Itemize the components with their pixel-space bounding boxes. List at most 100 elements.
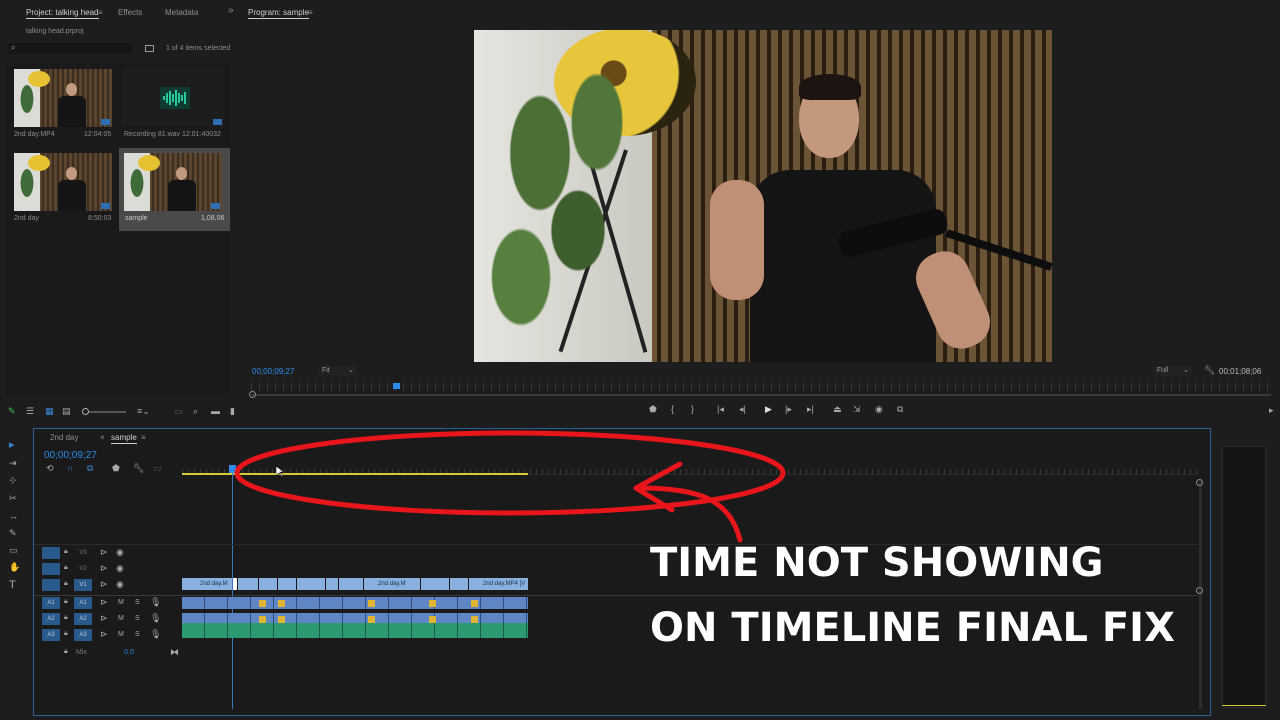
mute-button[interactable]: M bbox=[118, 599, 124, 606]
fit-dropdown[interactable]: Fit ⌄ bbox=[319, 366, 357, 376]
list-view-icon[interactable]: ☰ bbox=[26, 407, 34, 416]
tab-project[interactable]: Project: talking head bbox=[26, 8, 99, 19]
pen-tool-icon[interactable]: ✎ bbox=[9, 529, 17, 538]
track-a2-label[interactable]: A2 bbox=[74, 613, 92, 625]
video-clip[interactable]: 2nd day.M bbox=[182, 578, 232, 590]
timeline-menu-icon[interactable]: ≡ bbox=[141, 433, 146, 442]
solo-button[interactable]: S bbox=[135, 615, 140, 622]
tab-metadata[interactable]: Metadata bbox=[165, 8, 198, 17]
marker-icon[interactable]: ⬟ bbox=[649, 405, 657, 414]
quality-dropdown[interactable]: Full ⌄ bbox=[1154, 366, 1192, 376]
work-area-bar[interactable] bbox=[182, 473, 528, 475]
project-item-thumbnail[interactable] bbox=[122, 69, 224, 127]
track-v2-label[interactable]: V2 bbox=[74, 563, 92, 575]
program-playhead[interactable] bbox=[393, 383, 400, 389]
video-clip[interactable] bbox=[238, 578, 258, 590]
track-target-v1[interactable] bbox=[42, 579, 60, 591]
close-tab-icon[interactable]: × bbox=[100, 433, 105, 442]
program-menu-icon[interactable]: ≡ bbox=[308, 8, 313, 17]
lock-icon[interactable]: 🔒︎ bbox=[64, 580, 68, 587]
step-forward-icon[interactable]: |▸ bbox=[785, 405, 792, 414]
video-clip[interactable] bbox=[259, 578, 277, 590]
project-item-thumbnail[interactable] bbox=[124, 153, 222, 211]
zoom-slider-handle[interactable] bbox=[82, 408, 89, 415]
track-a3-label[interactable]: A3 bbox=[74, 629, 92, 641]
scrollbar-handle[interactable] bbox=[1196, 587, 1203, 594]
out-point-icon[interactable]: } bbox=[691, 405, 694, 414]
tab-program[interactable]: Program: sample bbox=[248, 8, 309, 19]
scrollbar-handle[interactable] bbox=[249, 391, 256, 398]
video-clip[interactable] bbox=[297, 578, 325, 590]
solo-button[interactable]: S bbox=[135, 631, 140, 638]
video-clip[interactable] bbox=[233, 578, 237, 590]
sync-lock-icon[interactable]: ⊳ bbox=[100, 614, 108, 623]
lock-icon[interactable]: 🔒︎ bbox=[64, 648, 68, 655]
voiceover-mic-icon[interactable]: 🎙︎ bbox=[150, 630, 161, 639]
tab-sequence-sample[interactable]: sample bbox=[111, 433, 137, 444]
tab-effects[interactable]: Effects bbox=[118, 8, 142, 17]
new-bin-icon[interactable]: ▬ bbox=[211, 407, 220, 416]
type-tool-icon[interactable]: T bbox=[9, 580, 16, 591]
new-bin-icon[interactable] bbox=[145, 45, 154, 52]
slip-tool-icon[interactable]: ↔ bbox=[9, 512, 18, 521]
program-scrollbar[interactable] bbox=[251, 394, 1271, 396]
selection-tool-icon[interactable]: ▸ bbox=[9, 440, 15, 451]
hand-tool-icon[interactable]: ✋ bbox=[9, 563, 20, 572]
video-clip[interactable] bbox=[450, 578, 468, 590]
freeform-view-icon[interactable]: ▤ bbox=[62, 407, 71, 416]
video-clip[interactable]: 2nd day.M bbox=[364, 578, 420, 590]
tab-sequence-2nd-day[interactable]: 2nd day bbox=[50, 433, 78, 442]
timeline-timecode[interactable]: 00;00;09;27 bbox=[44, 450, 97, 461]
compare-icon[interactable]: ⧉ bbox=[897, 405, 903, 414]
mute-button[interactable]: M bbox=[118, 631, 124, 638]
audio-clip-a3[interactable] bbox=[182, 623, 528, 638]
scrollbar-handle[interactable] bbox=[1196, 479, 1203, 486]
track-select-icon[interactable]: ⇥ bbox=[9, 459, 17, 468]
video-clip[interactable]: 2nd day.MP4 [V bbox=[469, 578, 528, 590]
project-item-thumbnail[interactable] bbox=[14, 153, 112, 211]
nest-icon[interactable]: ⟲ bbox=[46, 464, 54, 473]
track-target-v3[interactable] bbox=[42, 547, 60, 559]
timeline-playhead-handle[interactable] bbox=[229, 465, 236, 473]
timeline-vertical-scrollbar[interactable] bbox=[1199, 479, 1202, 709]
go-to-in-icon[interactable]: |◂ bbox=[717, 405, 724, 414]
eye-icon[interactable]: ◉ bbox=[116, 564, 124, 573]
ripple-edit-icon[interactable]: ⊹ bbox=[9, 476, 17, 485]
write-protect-icon[interactable]: ✎ bbox=[8, 407, 16, 416]
project-search-input[interactable]: ⌕ bbox=[8, 43, 132, 54]
lift-icon[interactable]: ⏏ bbox=[833, 405, 842, 414]
mute-button[interactable]: M bbox=[118, 615, 124, 622]
eye-icon[interactable]: ◉ bbox=[116, 580, 124, 589]
sync-lock-icon[interactable]: ⊳ bbox=[100, 630, 108, 639]
zoom-slider[interactable] bbox=[82, 408, 126, 415]
step-back-icon[interactable]: ◂| bbox=[739, 405, 746, 414]
in-point-icon[interactable]: { bbox=[671, 405, 674, 414]
track-v1-label[interactable]: V1 bbox=[74, 579, 92, 591]
extract-icon[interactable]: ⇲ bbox=[853, 405, 861, 414]
video-clip[interactable] bbox=[326, 578, 338, 590]
track-target-v2[interactable] bbox=[42, 563, 60, 575]
linked-selection-icon[interactable]: ⧉ bbox=[87, 464, 93, 473]
timeline-settings-icon[interactable]: 🔧︎ bbox=[133, 464, 144, 473]
track-a2-source[interactable]: A2 bbox=[42, 613, 60, 625]
play-icon[interactable]: ▶ bbox=[765, 405, 772, 414]
project-item-thumbnail[interactable] bbox=[14, 69, 112, 127]
new-item-icon[interactable]: ▮ bbox=[230, 407, 235, 416]
mix-value[interactable]: 0.0 bbox=[124, 649, 134, 656]
video-clip[interactable] bbox=[278, 578, 296, 590]
export-frame-icon[interactable]: ◉ bbox=[875, 405, 883, 414]
program-time-ruler[interactable] bbox=[251, 383, 1271, 391]
settings-wrench-icon[interactable]: 🔧︎ bbox=[1204, 366, 1215, 375]
add-marker-icon[interactable]: ⬟ bbox=[112, 464, 120, 473]
track-v3-label[interactable]: V3 bbox=[74, 547, 92, 559]
track-a1-label[interactable]: A1 bbox=[74, 597, 92, 609]
snap-icon[interactable]: ∩ bbox=[67, 464, 73, 473]
razor-tool-icon[interactable]: ✂ bbox=[9, 494, 17, 503]
sync-lock-icon[interactable]: ⊳ bbox=[100, 580, 108, 589]
video-clip[interactable] bbox=[339, 578, 363, 590]
icon-view-icon[interactable]: ▦ bbox=[45, 407, 54, 416]
expand-panels-icon[interactable]: » bbox=[228, 5, 234, 16]
lock-icon[interactable]: 🔒︎ bbox=[64, 614, 68, 621]
voiceover-mic-icon[interactable]: 🎙︎ bbox=[150, 598, 161, 607]
program-timecode[interactable]: 00;00;09;27 bbox=[252, 367, 294, 376]
